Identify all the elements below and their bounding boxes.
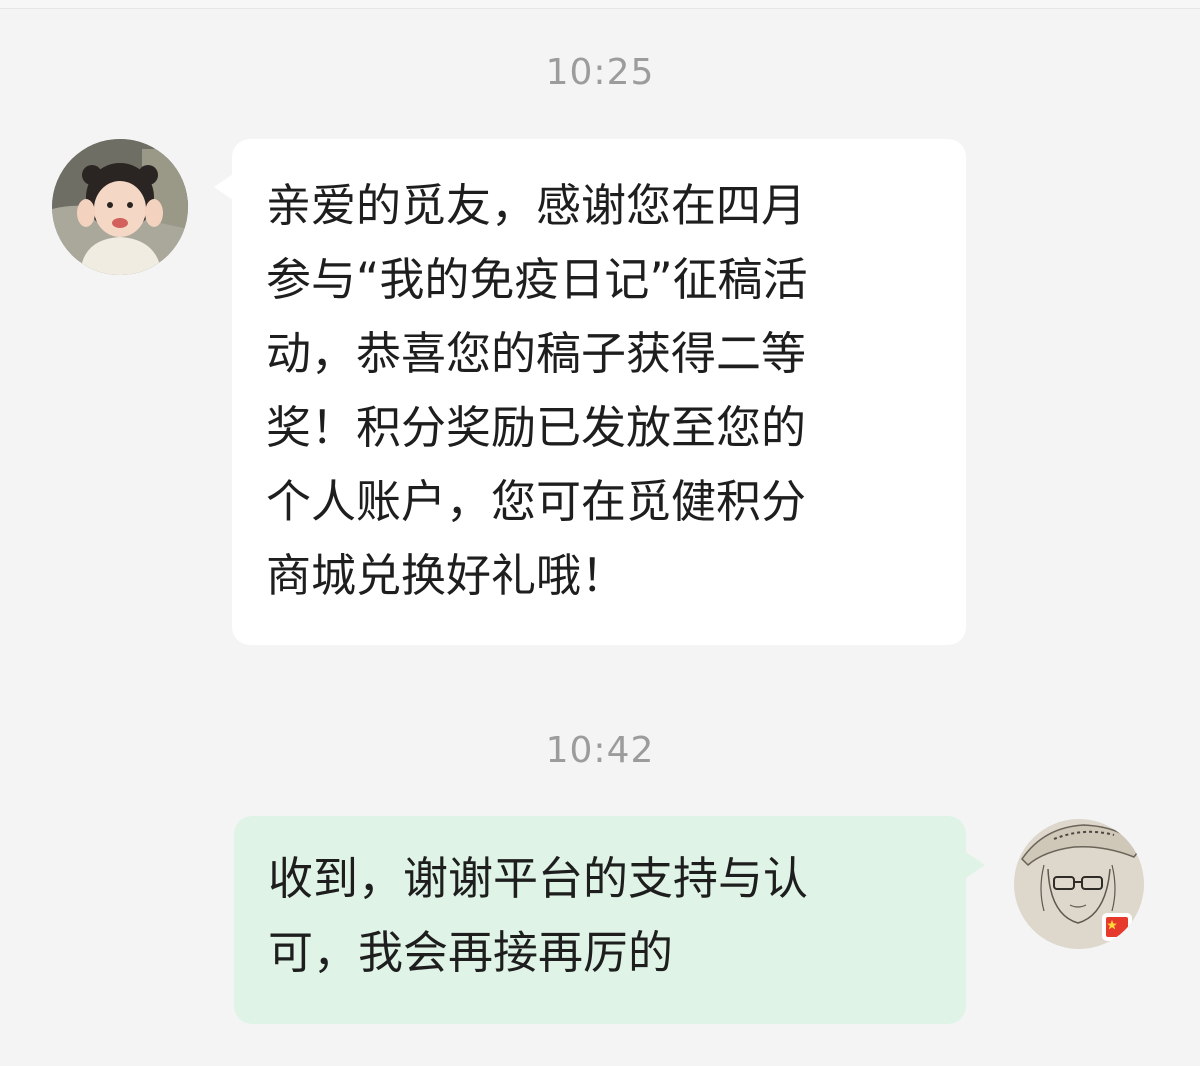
- message-text-line: 个人账户，您可在觅健积分: [266, 475, 807, 528]
- contact-avatar[interactable]: [52, 139, 188, 275]
- message-text-line: 收到，谢谢平台的支持与认: [268, 852, 809, 905]
- incoming-message-bubble[interactable]: 亲爱的觅友，感谢您在四月 参与“我的免疫日记”征稿活 动，恭喜您的稿子获得二等 …: [232, 139, 966, 645]
- sketch-portrait-avatar-icon: [1014, 819, 1144, 949]
- message-timestamp: 10:25: [545, 52, 655, 93]
- outgoing-message-bubble[interactable]: 收到，谢谢平台的支持与认 可，我会再接再厉的: [234, 816, 966, 1024]
- incoming-bubble-tail: [214, 174, 233, 200]
- message-text-line: 参与“我的免疫日记”征稿活: [266, 253, 808, 306]
- message-timestamp: 10:42: [545, 730, 655, 771]
- message-text-line: 可，我会再接再厉的: [268, 926, 674, 979]
- top-edge: [0, 0, 1200, 9]
- message-text-line: 商城兑换好礼哦！: [266, 549, 627, 602]
- user-avatar[interactable]: [1014, 819, 1144, 949]
- message-text-line: 亲爱的觅友，感谢您在四月: [266, 179, 807, 232]
- message-text-line: 动，恭喜您的稿子获得二等: [266, 327, 807, 380]
- outgoing-bubble-tail: [966, 852, 985, 878]
- child-photo-avatar-icon: [52, 139, 188, 275]
- message-text-line: 奖！积分奖励已发放至您的: [266, 401, 807, 454]
